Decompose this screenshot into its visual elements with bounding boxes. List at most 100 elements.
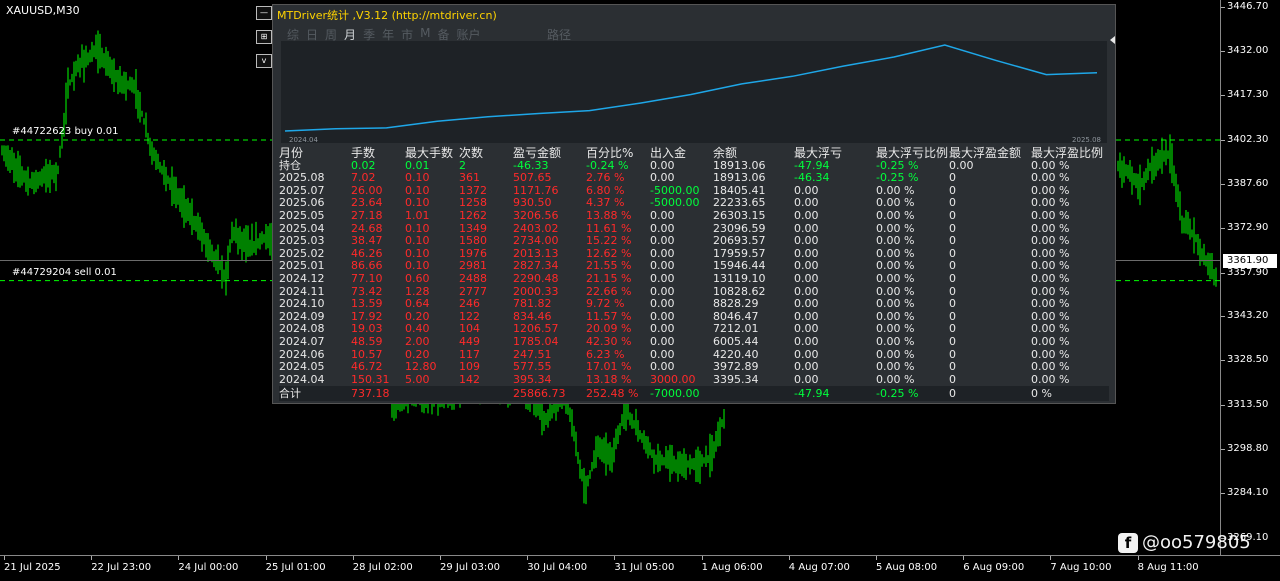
cell-pct: 252.48 % — [586, 387, 639, 401]
column-header[interactable]: 最大浮盈比例 — [1031, 147, 1103, 160]
cell-pnl: 507.65 — [513, 171, 552, 185]
table-row[interactable]: 2024.05 46.72 12.80 109 577.55 17.01 % 0.00 397… — [279, 360, 1109, 374]
column-header[interactable]: 最大浮亏比例 — [876, 147, 948, 160]
time-tick-label: 25 Jul 01:00 — [265, 562, 326, 573]
buy-order-label[interactable]: #44722623 buy 0.01 — [12, 126, 119, 137]
price-tick-mark — [1221, 50, 1225, 52]
cell-pnl: 25866.73 — [513, 387, 566, 401]
cell-maxfpp: 0.00 % — [1031, 208, 1070, 222]
cell-maxfp: 0 — [949, 171, 956, 185]
cell-lots: 737.18 — [351, 387, 390, 401]
cell-pnl: 395.34 — [513, 372, 552, 386]
table-row[interactable]: 2025.04 24.68 0.10 1349 2403.02 11.61 % 0.00 23… — [279, 222, 1109, 236]
time-tick-label: 6 Aug 09:00 — [963, 562, 1025, 573]
table-row[interactable]: 2024.04 150.31 5.00 142 395.34 13.18 % 3000.00… — [279, 372, 1109, 387]
watermark: f @oo579805 — [1118, 532, 1251, 553]
price-tick-mark — [1221, 405, 1225, 407]
total-row[interactable]: 合计 737.18 25866.73 252.48 % -7000.00 -47.94 -0… — [279, 386, 1109, 402]
symbol-timeframe-label: XAUUSD,M30 — [6, 4, 80, 17]
column-header[interactable]: 余额 — [713, 147, 737, 160]
cell-month: 2025.05 — [279, 208, 325, 222]
sell-order-label[interactable]: #44729204 sell 0.01 — [12, 267, 117, 278]
price-tick-label: 3446.70 — [1227, 1, 1269, 12]
cell-maxflp: 0.00 % — [876, 334, 915, 348]
cell-maxflp: 0.00 % — [876, 234, 915, 248]
cell-pnl: 781.82 — [513, 297, 552, 311]
cell-pct: 2.76 % — [586, 171, 625, 185]
cell-count: 361 — [459, 171, 480, 185]
cell-lots: 27.18 — [351, 208, 383, 222]
cell-maxfp: 0 — [949, 271, 956, 285]
settings-icon[interactable]: ⊞ — [256, 30, 272, 44]
table-row[interactable]: 2025.02 46.26 0.10 1976 2013.13 12.62 % 0.00 17… — [279, 247, 1109, 261]
column-header[interactable]: 出入金 — [650, 147, 686, 160]
cell-pct: 13.18 % — [586, 372, 632, 386]
table-row[interactable]: 2025.08 7.02 0.10 361 507.65 2.76 % 0.00 18913.… — [279, 172, 1109, 185]
table-row[interactable]: 2024.09 17.92 0.20 122 834.46 11.57 % 0.00 8046… — [279, 310, 1109, 324]
table-row[interactable]: 2024.10 13.59 0.64 246 781.82 9.72 % 0.00 8828.… — [279, 298, 1109, 311]
cell-maxlot: 2.00 — [405, 334, 430, 348]
cell-maxfl: 0.00 — [794, 360, 819, 374]
price-tick-mark — [1221, 449, 1225, 451]
table-row[interactable]: 2024.07 48.59 2.00 449 1785.04 42.30 % 0.00 600… — [279, 334, 1109, 349]
column-header[interactable]: 月份 — [279, 147, 303, 160]
cell-maxlot: 1.01 — [405, 208, 430, 222]
column-header[interactable]: 手数 — [351, 147, 375, 160]
cell-io: 0.00 — [650, 208, 675, 222]
price-tick-mark — [1221, 360, 1225, 362]
cell-pct: 13.88 % — [586, 208, 632, 222]
column-header[interactable]: 次数 — [459, 147, 483, 160]
price-tick-label: 3417.30 — [1227, 88, 1269, 100]
cell-maxfl: 0.00 — [794, 372, 819, 386]
column-header[interactable]: 最大浮盈金额 — [949, 147, 1021, 160]
table-row[interactable]: 2025.03 38.47 0.10 1580 2734.00 15.22 % 0.00 20… — [279, 235, 1109, 248]
facebook-icon: f — [1118, 532, 1138, 553]
cell-lots: 77.10 — [351, 271, 383, 285]
table-row[interactable]: 2025.05 27.18 1.01 1262 3206.56 13.88 % 0.00 26… — [279, 208, 1109, 223]
cell-lots: 48.59 — [351, 334, 383, 348]
cell-maxfp: 0 — [949, 334, 956, 348]
cell-maxfl: 0.00 — [794, 208, 819, 222]
column-header[interactable]: 百分比% — [586, 147, 633, 160]
table-row[interactable]: 2024.12 77.10 0.60 2488 2290.48 21.15 % 0.00 13… — [279, 271, 1109, 286]
cell-count: 142 — [459, 372, 480, 386]
cell-bal: 20693.57 — [713, 234, 766, 248]
column-header[interactable]: 最大浮亏 — [794, 147, 842, 160]
cell-month: 合计 — [279, 387, 301, 401]
table-row[interactable]: 2025.06 23.64 0.10 1258 930.50 4.37 % -5000.00… — [279, 197, 1109, 210]
collapse-icon[interactable]: — — [256, 6, 272, 20]
cell-maxfl: 0.00 — [794, 334, 819, 348]
cell-maxfl: 0.00 — [794, 297, 819, 311]
cell-io: 3000.00 — [650, 372, 696, 386]
cell-bal: 26303.15 — [713, 208, 766, 222]
table-row[interactable]: 2024.11 73.42 1.28 2777 2000.33 22.66 % 0.00 10… — [279, 285, 1109, 299]
cell-maxfp: 0 — [949, 208, 956, 222]
price-tick-label: 3343.20 — [1227, 310, 1269, 322]
time-tick-label: 8 Aug 11:00 — [1137, 562, 1199, 573]
column-header[interactable]: 盈亏金额 — [513, 147, 561, 160]
cell-maxflp: 0.00 % — [876, 372, 915, 386]
current-price-badge: 3361.90 — [1223, 253, 1277, 268]
time-tick-label: 5 Aug 08:00 — [876, 562, 938, 573]
table-row[interactable]: 2024.08 19.03 0.40 104 1206.57 20.09 % 0.00 721… — [279, 323, 1109, 336]
cell-pnl: 1785.04 — [513, 334, 559, 348]
cell-maxfp: 0 — [949, 387, 956, 401]
table-row[interactable]: 2025.01 86.66 0.10 2981 2827.34 21.55 % 0.00 15… — [279, 260, 1109, 273]
time-tick-label: 7 Aug 10:00 — [1050, 562, 1112, 573]
expand-icon[interactable]: v — [256, 54, 272, 68]
holding-row[interactable]: 持仓 0.02 0.01 2 -46.33 -0.24 % 0.00 18913.06 -47.… — [279, 159, 1109, 173]
price-axis[interactable]: 3446.70 3432.00 3417.30 3402.30 3387.60 3372.… — [1220, 0, 1280, 555]
time-tick-mark — [265, 556, 267, 560]
time-axis[interactable]: 21 Jul 2025 22 Jul 23:00 24 Jul 00:00 25 Ju… — [0, 555, 1280, 581]
cell-lots: 7.02 — [351, 171, 376, 185]
cell-bal: 13119.10 — [713, 271, 766, 285]
cell-maxlot: 0.64 — [405, 297, 430, 311]
cell-maxlot: 12.80 — [405, 360, 437, 374]
cell-maxfl: -46.34 — [794, 171, 830, 185]
price-tick-mark — [1221, 94, 1225, 96]
price-tick-mark — [1221, 272, 1225, 274]
equity-x-start: 2024.04 — [289, 136, 318, 144]
price-tick-mark — [1221, 7, 1225, 8]
column-header[interactable]: 最大手数 — [405, 147, 453, 160]
table-row[interactable]: 2024.06 10.57 0.20 117 247.51 6.23 % 0.00 4220.… — [279, 348, 1109, 362]
